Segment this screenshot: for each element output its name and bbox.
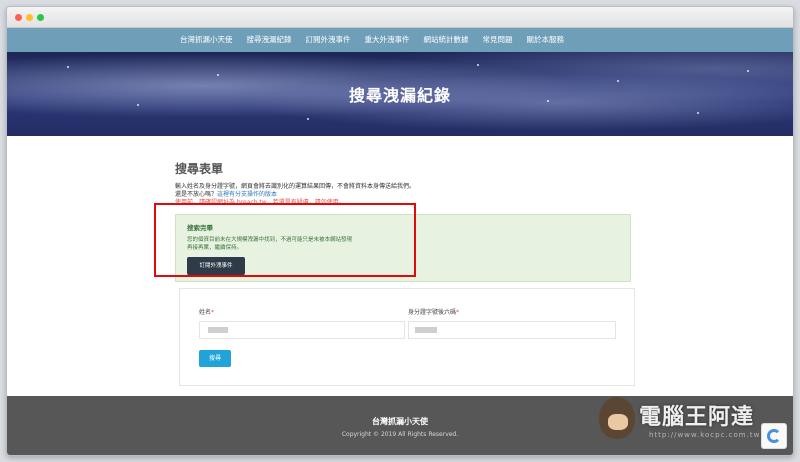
nav-item-statistics[interactable]: 網站統計數據 (417, 28, 476, 52)
search-button[interactable]: 搜尋 (199, 350, 231, 367)
watermark-url: http://www.kocpc.com.tw (649, 431, 761, 439)
nav-item-subscribe[interactable]: 訂閱外洩事件 (299, 28, 358, 52)
id-field-label: 身分證字號後六碼* (408, 307, 459, 316)
form-title: 搜尋表單 (175, 162, 224, 176)
alert-message-continued: 再接再厲，繼續保持。 (187, 245, 243, 251)
star-decoration (697, 112, 699, 114)
id-label-text: 身分證字號後六碼 (408, 309, 457, 316)
alert-message: 您的個資目前未在大規模洩漏中找到，不過可能只是未被本網站發現 (187, 237, 353, 243)
redacted-value (415, 327, 437, 333)
nav-item-about[interactable]: 關於本服務 (520, 28, 572, 52)
redacted-value (208, 327, 228, 333)
nav-items: 台灣抓漏小天使 搜尋洩漏紀錄 訂閱外洩事件 重大外洩事件 網站統計數據 常見問題… (173, 28, 571, 52)
name-field-label: 姓名* (199, 307, 214, 316)
minimize-window-button[interactable] (26, 14, 33, 21)
maximize-window-button[interactable] (37, 14, 44, 21)
top-navbar: 台灣抓漏小天使 搜尋洩漏紀錄 訂閱外洩事件 重大外洩事件 網站統計數據 常見問題… (7, 28, 793, 52)
nav-item-faq[interactable]: 常見問題 (476, 28, 520, 52)
subscribe-breach-button[interactable]: 訂閱外洩事件 (187, 257, 245, 275)
star-decoration (217, 74, 219, 76)
window-titlebar (7, 7, 793, 28)
search-result-alert: 搜索完畢 您的個資目前未在大規模洩漏中找到，不過可能只是未被本網站發現 再接再厲… (175, 214, 631, 282)
star-decoration (307, 118, 309, 120)
hero-banner: 搜尋洩漏紀錄 (7, 52, 793, 136)
main-content: 搜尋表單 輸入姓名及身分證字號，網頁會將去識別化的運算結果回傳，不會將資料本身傳… (7, 136, 793, 396)
page-title: 搜尋洩漏紀錄 (348, 86, 451, 105)
alert-title: 搜索完畢 (187, 224, 213, 232)
nav-item-major-breaches[interactable]: 重大外洩事件 (358, 28, 417, 52)
required-mark: * (456, 309, 460, 316)
browser-window: 台灣抓漏小天使 搜尋洩漏紀錄 訂閱外洩事件 重大外洩事件 網站統計數據 常見問題… (6, 6, 794, 456)
nav-item-home[interactable]: 台灣抓漏小天使 (173, 28, 240, 52)
watermark-text: 電腦王阿達 (639, 405, 755, 430)
search-form-card: 姓名* 身分證字號後六碼* 搜尋 (179, 288, 635, 386)
mascot-face (608, 414, 628, 430)
url-warning: 使用前，請確認網址為 breach.tw，若還是有疑慮，請勿使用。 (175, 199, 345, 206)
site-watermark: 電腦王阿達 http://www.kocpc.com.tw (597, 389, 793, 451)
close-window-button[interactable] (15, 14, 22, 21)
name-input[interactable] (199, 321, 405, 339)
id-last-six-input[interactable] (408, 321, 616, 339)
star-decoration (747, 70, 749, 72)
mascot-logo-icon (599, 397, 635, 439)
required-mark: * (211, 309, 215, 316)
star-decoration (67, 66, 69, 68)
name-label-text: 姓名 (199, 309, 212, 316)
star-decoration (477, 64, 479, 66)
nav-item-search-leaks[interactable]: 搜尋洩漏紀錄 (240, 28, 299, 52)
